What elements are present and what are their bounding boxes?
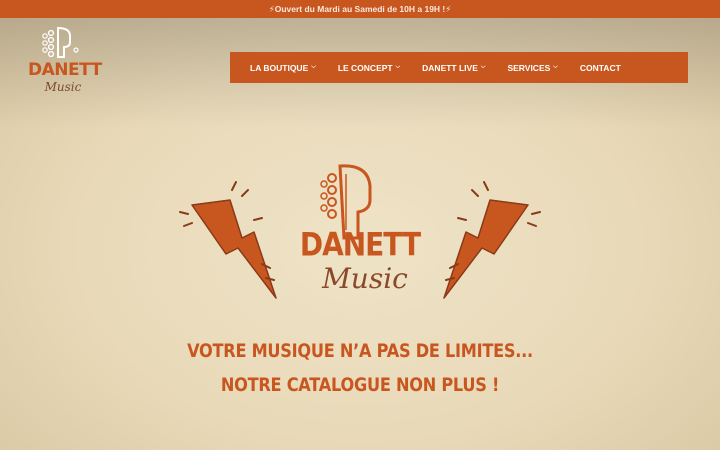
chevron-down-icon: ⌵ — [311, 64, 316, 70]
logo-script: Music — [44, 80, 82, 94]
nav-label: DANETT LIVE — [422, 62, 478, 73]
hero-tagline-line1: VOTRE MUSIQUE N’A PAS DE LIMITES... — [187, 340, 533, 362]
chevron-down-icon: ⌵ — [553, 64, 558, 70]
hero-brand: DANETT — [299, 225, 421, 264]
nav-item-contact[interactable]: CONTACT — [580, 63, 621, 73]
hero-script: Music — [322, 262, 408, 295]
nav-label: LA BOUTIQUE — [250, 62, 309, 73]
nav-item-le-concept[interactable]: LE CONCEPT ⌵ — [338, 63, 400, 73]
guitar-headstock-icon — [42, 26, 79, 58]
nav-label: LE CONCEPT — [337, 62, 393, 73]
main-nav: LA BOUTIQUE ⌵ LE CONCEPT ⌵ DANETT LIVE ⌵… — [230, 52, 688, 83]
site-logo[interactable]: DANETT Music — [28, 26, 102, 104]
nav-item-danett-live[interactable]: DANETT LIVE ⌵ — [422, 63, 485, 73]
nav-item-la-boutique[interactable]: LA BOUTIQUE ⌵ — [250, 63, 316, 73]
nav-label: CONTACT — [579, 62, 621, 73]
nav-item-services[interactable]: SERVICES ⌵ — [507, 63, 557, 73]
lightning-bolt-icon — [443, 181, 541, 299]
announcement-bar: ⚡Ouvert du Mardi au Samedi de 10H a 19H … — [0, 0, 720, 18]
chevron-down-icon: ⌵ — [395, 64, 401, 70]
nav-label: SERVICES — [507, 62, 551, 73]
chevron-down-icon: ⌵ — [480, 64, 486, 70]
announcement-text: ⚡Ouvert du Mardi au Samedi de 10H a 19H … — [268, 4, 452, 14]
logo-brand: DANETT — [28, 60, 102, 80]
lightning-bolt-icon — [179, 181, 277, 299]
hero-tagline-line2: NOTRE CATALOGUE NON PLUS ! — [220, 374, 500, 396]
